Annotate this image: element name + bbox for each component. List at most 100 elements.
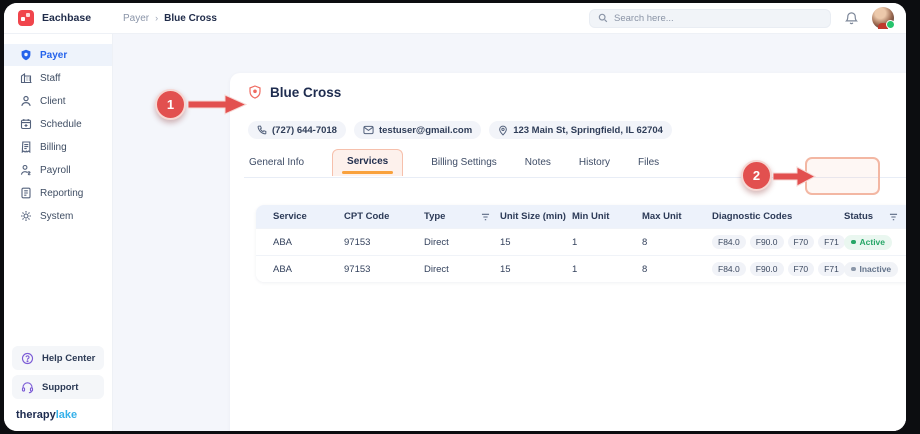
col-cpt-code: CPT Code: [344, 211, 390, 222]
breadcrumb-parent[interactable]: Payer: [123, 13, 149, 24]
sidebar-item-payer[interactable]: Payer: [4, 44, 112, 66]
search-box[interactable]: [589, 8, 831, 28]
location-pin-icon: [498, 125, 508, 136]
cell-type: Direct: [424, 263, 449, 275]
sidebar-item-label: System: [40, 210, 74, 222]
cell-unit-size: 15: [500, 236, 511, 248]
brand[interactable]: Eachbase: [4, 10, 113, 26]
report-icon: [20, 187, 32, 199]
breadcrumb: Payer › Blue Cross: [113, 13, 217, 24]
table-header-row: Service CPT Code Type Unit Size (min) Mi…: [256, 205, 906, 228]
tab-general-info[interactable]: General Info: [249, 151, 304, 177]
filter-icon[interactable]: [889, 213, 898, 221]
code-badge: F70: [787, 235, 815, 249]
tab-billing-settings[interactable]: Billing Settings: [431, 151, 497, 177]
app-window: Eachbase Payer › Blue Cross Pay: [4, 3, 906, 431]
cell-diagnostic-codes: F84.0 F90.0 F70 F71 F79: [712, 262, 876, 276]
person-icon: [20, 95, 32, 107]
email-value: testuser@gmail.com: [378, 124, 473, 136]
cell-service: ABA: [273, 236, 293, 248]
address-chip[interactable]: 123 Main St, Springfield, IL 62704: [489, 121, 672, 139]
cell-diagnostic-codes: F84.0 F90.0 F70 F71 F79: [712, 235, 876, 249]
eachbase-logo-icon: [18, 10, 34, 26]
sidebar-item-payroll[interactable]: Payroll: [4, 159, 112, 181]
sidebar-item-label: Schedule: [40, 118, 82, 130]
support-button[interactable]: Support: [12, 375, 104, 399]
breadcrumb-current: Blue Cross: [164, 12, 217, 24]
notifications-bell-icon[interactable]: [845, 11, 858, 25]
sidebar-item-reporting[interactable]: Reporting: [4, 182, 112, 204]
services-table: Service CPT Code Type Unit Size (min) Mi…: [256, 205, 906, 282]
payer-shield-icon: [248, 85, 262, 100]
tab-files[interactable]: Files: [638, 151, 659, 177]
search-input[interactable]: [614, 12, 822, 24]
sidebar-item-schedule[interactable]: Schedule: [4, 113, 112, 135]
receipt-icon: [20, 141, 32, 153]
filter-icon[interactable]: [481, 213, 490, 221]
sidebar-item-billing[interactable]: Billing: [4, 136, 112, 158]
tab-bar: General Info Services Billing Settings N…: [244, 149, 906, 178]
cell-status: Active: [844, 234, 906, 250]
table-row: ABA 97153 Direct 15 1 8 F84.0 F90.0 F70 …: [256, 228, 906, 255]
envelope-icon: [363, 125, 374, 135]
logo-part-lake: lake: [55, 409, 78, 421]
table-row: ABA 97153 Direct 15 1 8 F84.0 F90.0 F70 …: [256, 255, 906, 282]
cell-status: Inactive: [844, 261, 906, 277]
sidebar-item-label: Reporting: [40, 187, 84, 199]
address-value: 123 Main St, Springfield, IL 62704: [513, 124, 663, 136]
sidebar-item-label: Payroll: [40, 164, 71, 176]
col-max-unit: Max Unit: [642, 211, 682, 222]
col-type: Type: [424, 211, 500, 222]
sidebar-item-label: Billing: [40, 141, 67, 153]
topbar: Eachbase Payer › Blue Cross: [4, 3, 906, 34]
col-unit-size: Unit Size (min): [500, 211, 566, 222]
tab-services[interactable]: Services: [332, 149, 404, 176]
shield-icon: [20, 49, 32, 61]
col-min-unit: Min Unit: [572, 211, 610, 222]
col-diagnostic-codes: Diagnostic Codes: [712, 211, 793, 222]
cell-unit-size: 15: [500, 263, 511, 275]
col-status-label: Status: [844, 211, 874, 222]
col-status: Status: [844, 211, 906, 222]
status-badge: Inactive: [844, 261, 899, 277]
brand-name: Eachbase: [42, 12, 92, 24]
gear-icon: [20, 210, 32, 222]
status-badge: Active: [844, 234, 893, 250]
sidebar-item-staff[interactable]: Staff: [4, 67, 112, 89]
cell-max-unit: 8: [642, 236, 648, 248]
col-service: Service: [273, 211, 307, 222]
payroll-icon: [20, 164, 32, 176]
sidebar-item-label: Payer: [40, 49, 68, 61]
code-badge: F84.0: [712, 235, 746, 249]
email-chip[interactable]: testuser@gmail.com: [353, 121, 482, 139]
cell-cpt: 97153: [344, 263, 371, 275]
code-badge: F90.0: [749, 235, 784, 249]
payer-name-title: Blue Cross: [270, 85, 342, 100]
help-center-label: Help Center: [42, 352, 96, 364]
phone-chip[interactable]: (727) 644-7018: [248, 121, 346, 139]
user-avatar[interactable]: [872, 7, 895, 29]
help-center-button[interactable]: Help Center: [12, 346, 104, 370]
code-badge: F71: [818, 235, 845, 249]
payer-detail-card: Blue Cross Active (727) 644-7018 testuse…: [230, 73, 906, 431]
logo-part-therapy: therapy: [16, 409, 56, 421]
phone-value: (727) 644-7018: [272, 124, 337, 136]
main-content: Blue Cross Active (727) 644-7018 testuse…: [113, 34, 906, 431]
sidebar-item-system[interactable]: System: [4, 205, 112, 227]
status-dot-icon: [851, 266, 856, 272]
sidebar-item-label: Client: [40, 95, 66, 107]
cell-min-unit: 1: [572, 236, 578, 248]
tab-history[interactable]: History: [579, 151, 610, 177]
col-type-label: Type: [424, 211, 446, 222]
sidebar-item-label: Staff: [40, 72, 61, 84]
building-icon: [20, 72, 32, 84]
sidebar: Payer Staff Client Schedule Billing Payr…: [4, 34, 113, 431]
cell-type: Direct: [424, 236, 449, 248]
code-badge: F70: [787, 262, 815, 276]
cell-min-unit: 1: [572, 263, 578, 275]
breadcrumb-separator-icon: ›: [155, 13, 159, 23]
sidebar-item-client[interactable]: Client: [4, 90, 112, 112]
calendar-icon: [20, 118, 32, 130]
tab-notes[interactable]: Notes: [525, 151, 551, 177]
cell-cpt: 97153: [344, 236, 371, 248]
